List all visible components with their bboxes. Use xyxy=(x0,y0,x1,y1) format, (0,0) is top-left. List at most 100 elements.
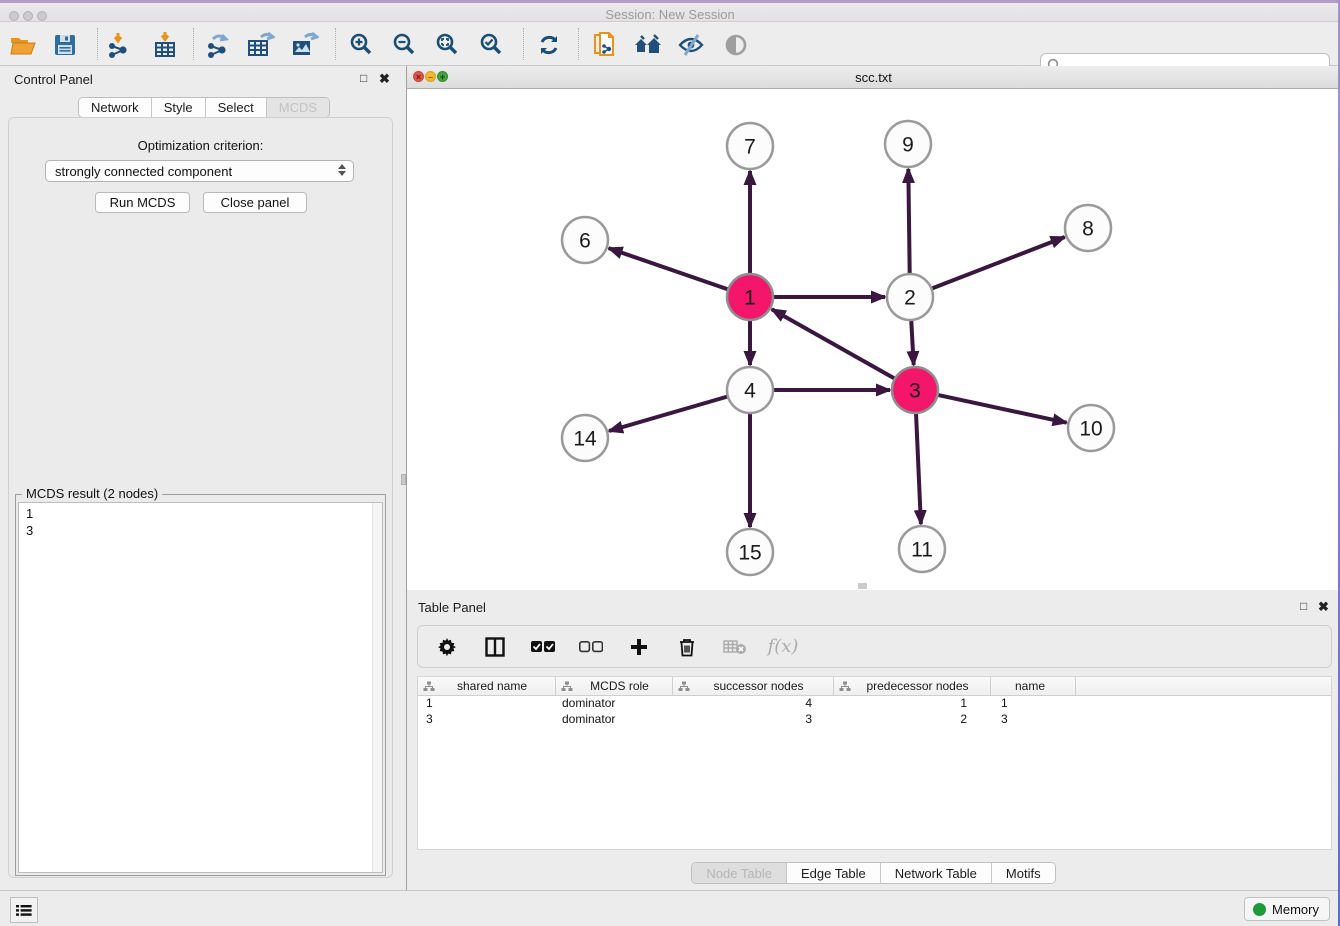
tab-mcds[interactable]: MCDS xyxy=(267,98,329,117)
table-cell[interactable]: 3 xyxy=(991,712,1076,728)
export-network-icon[interactable] xyxy=(203,30,233,60)
control-panel-title: Control Panel xyxy=(14,72,93,87)
first-neighbors-icon[interactable] xyxy=(633,30,663,60)
tab-network[interactable]: Network xyxy=(79,98,152,117)
refresh-icon[interactable] xyxy=(534,30,564,60)
hide-selected-icon[interactable] xyxy=(676,30,706,60)
function-builder-icon[interactable]: f(x) xyxy=(770,634,796,660)
optimization-criterion-label: Optimization criterion: xyxy=(9,138,392,153)
select-spinner-icon xyxy=(338,164,346,176)
table-cell[interactable]: 1 xyxy=(834,696,991,712)
main-toolbar xyxy=(0,22,1340,66)
edge-3-11[interactable] xyxy=(916,411,921,524)
table-cell[interactable]: 2 xyxy=(834,712,991,728)
column-header-name[interactable]: name xyxy=(991,677,1076,695)
zoom-out-icon[interactable] xyxy=(390,30,420,60)
close-panel-button[interactable]: Close panel xyxy=(203,192,307,213)
result-scrollbar[interactable] xyxy=(372,503,382,872)
column-header-shared-name[interactable]: shared name xyxy=(418,677,556,695)
zoom-fit-icon[interactable] xyxy=(433,30,463,60)
node-label-8: 8 xyxy=(1082,218,1094,241)
column-header-predecessor-nodes[interactable]: predecessor nodes xyxy=(834,677,991,695)
canvas-resize-handle[interactable] xyxy=(858,583,867,589)
node-label-7: 7 xyxy=(744,136,756,159)
table-cell[interactable]: 3 xyxy=(418,712,556,728)
run-mcds-button[interactable]: Run MCDS xyxy=(95,192,190,213)
new-network-from-selection-icon[interactable] xyxy=(590,30,620,60)
optimization-criterion-select[interactable]: strongly connected component xyxy=(45,160,354,182)
splitter-handle[interactable] xyxy=(401,474,406,485)
control-panel-tabs: NetworkStyleSelectMCDS xyxy=(78,97,330,118)
tab-select[interactable]: Select xyxy=(206,98,267,117)
node-label-9: 9 xyxy=(902,134,914,157)
table-cell[interactable]: dominator xyxy=(556,712,673,728)
tab-network-table[interactable]: Network Table xyxy=(881,863,992,883)
mcds-result-groupbox: MCDS result (2 nodes) 13 xyxy=(15,494,386,876)
node-label-4: 4 xyxy=(744,380,756,403)
show-all-icon[interactable] xyxy=(721,30,751,60)
table-close-icon[interactable]: ✖ xyxy=(1318,599,1329,615)
mcds-panel-body: Optimization criterion: strongly connect… xyxy=(8,117,393,878)
mcds-result-title: MCDS result (2 nodes) xyxy=(22,486,162,501)
table-float-icon[interactable]: □ xyxy=(1300,599,1307,613)
column-header-successor-nodes[interactable]: successor nodes xyxy=(673,677,834,695)
save-session-icon[interactable] xyxy=(50,30,80,60)
node-label-10: 10 xyxy=(1079,418,1102,441)
table-panel-title: Table Panel xyxy=(418,600,486,615)
table-panel-tabs: Node TableEdge TableNetwork TableMotifs xyxy=(691,862,1055,884)
delete-column-icon[interactable] xyxy=(674,634,700,660)
table-cell[interactable]: 1 xyxy=(991,696,1076,712)
export-image-icon[interactable] xyxy=(290,30,320,60)
delete-table-icon[interactable] xyxy=(722,634,748,660)
node-label-14: 14 xyxy=(573,428,597,451)
edge-3-1[interactable] xyxy=(772,309,897,379)
float-panel-icon[interactable]: □ xyxy=(360,71,367,85)
add-column-icon[interactable] xyxy=(626,634,652,660)
deselect-all-checkboxes-icon[interactable] xyxy=(578,634,604,660)
edge-3-10[interactable] xyxy=(936,394,1067,422)
table-cell[interactable]: 4 xyxy=(673,696,834,712)
import-network-icon[interactable] xyxy=(104,30,134,60)
tab-node-table[interactable]: Node Table xyxy=(692,863,787,883)
table-row[interactable]: 3dominator323 xyxy=(418,712,1331,728)
node-label-11: 11 xyxy=(911,539,933,562)
optimization-criterion-value: strongly connected component xyxy=(55,164,232,179)
task-history-button[interactable] xyxy=(10,897,38,923)
mcds-result-textarea[interactable]: 13 xyxy=(18,502,383,873)
tab-edge-table[interactable]: Edge Table xyxy=(787,863,881,883)
close-panel-icon[interactable]: ✖ xyxy=(379,71,390,87)
table-cell[interactable]: dominator xyxy=(556,696,673,712)
edge-2-9[interactable] xyxy=(908,169,909,276)
toggle-panes-icon[interactable] xyxy=(482,634,508,660)
edge-2-3[interactable] xyxy=(911,318,914,365)
table-cell[interactable]: 3 xyxy=(673,712,834,728)
edge-2-8[interactable] xyxy=(930,237,1065,289)
tab-motifs[interactable]: Motifs xyxy=(992,863,1055,883)
list-icon xyxy=(16,904,32,917)
memory-button[interactable]: Memory xyxy=(1244,897,1330,921)
import-table-icon[interactable] xyxy=(150,30,180,60)
open-session-icon[interactable] xyxy=(8,30,38,60)
result-line: 3 xyxy=(26,522,382,539)
edge-1-6[interactable] xyxy=(609,248,731,290)
select-all-checkboxes-icon[interactable] xyxy=(530,634,556,660)
zoom-selected-icon[interactable] xyxy=(477,30,507,60)
node-label-2: 2 xyxy=(904,287,916,310)
memory-status-dot xyxy=(1253,903,1266,916)
column-header-MCDS-role[interactable]: MCDS role xyxy=(556,677,673,695)
result-line: 1 xyxy=(26,505,382,522)
zoom-in-icon[interactable] xyxy=(347,30,377,60)
settings-icon[interactable] xyxy=(434,634,460,660)
network-canvas[interactable]: 1234678910111415 xyxy=(407,89,1340,590)
toolbar-separator xyxy=(335,28,336,60)
table-row[interactable]: 1dominator411 xyxy=(418,696,1331,712)
node-label-1: 1 xyxy=(744,287,756,310)
memory-label: Memory xyxy=(1272,902,1319,917)
table-cell[interactable]: 1 xyxy=(418,696,556,712)
toolbar-separator xyxy=(97,28,98,60)
tab-style[interactable]: Style xyxy=(152,98,206,117)
table-toolbar: f(x) xyxy=(417,625,1332,668)
export-table-icon[interactable] xyxy=(246,30,276,60)
edge-4-14[interactable] xyxy=(609,396,730,431)
app-title: Session: New Session xyxy=(0,7,1340,22)
